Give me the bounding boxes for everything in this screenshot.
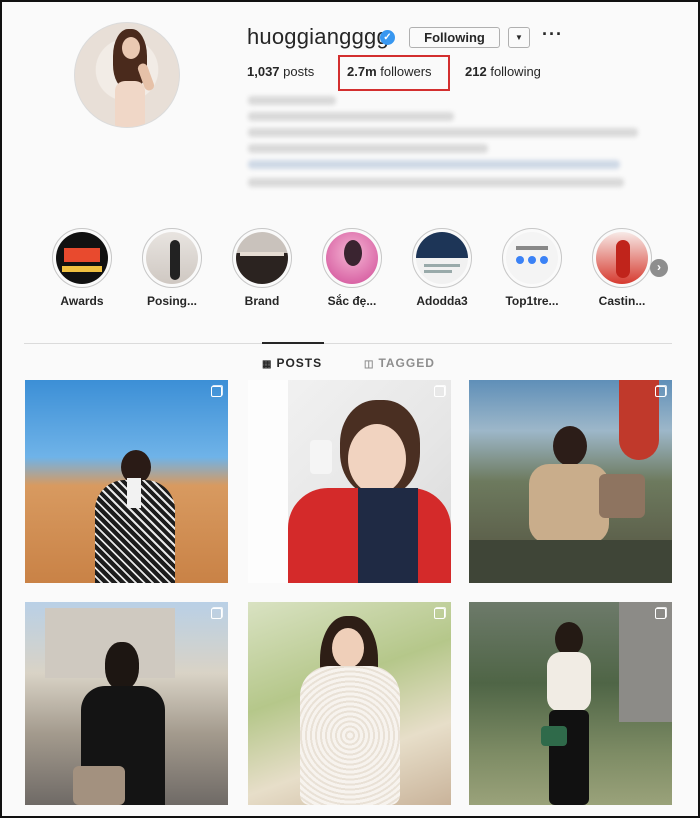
grid-icon: ▦ (262, 359, 273, 370)
story-label: Top1tre... (505, 294, 559, 308)
story-highlight[interactable]: Castin... (592, 228, 652, 308)
multiple-posts-icon (655, 608, 666, 619)
more-options-icon[interactable]: ··· (542, 24, 563, 45)
tabs-divider (24, 343, 672, 344)
multiple-posts-icon (211, 608, 222, 619)
following-button[interactable]: Following (409, 27, 500, 48)
multiple-posts-icon (211, 386, 222, 397)
tag-icon: ◫ (364, 359, 375, 370)
avatar-dress (115, 81, 145, 127)
avatar-face (122, 37, 140, 59)
followers-highlight-box (338, 55, 450, 91)
story-thumbnail (236, 232, 288, 284)
story-ring (232, 228, 292, 288)
story-highlight[interactable]: Top1tre... (502, 228, 562, 308)
story-highlight[interactable]: Awards (52, 228, 112, 308)
blurred-bio (246, 94, 646, 196)
story-label: Awards (60, 294, 104, 308)
active-tab-indicator (262, 342, 324, 344)
verified-badge-icon: ✓ (380, 30, 395, 45)
tab-tagged[interactable]: ◫ TAGGED (364, 356, 435, 370)
multiple-posts-icon (655, 386, 666, 397)
following-label: following (490, 64, 541, 79)
story-label: Sắc đẹ... (327, 294, 377, 308)
tab-posts[interactable]: ▦ POSTS (262, 356, 322, 370)
tab-posts-label: POSTS (276, 356, 323, 370)
post-thumbnail[interactable] (469, 602, 672, 805)
story-highlight[interactable]: Sắc đẹ... (322, 228, 382, 308)
story-thumbnail (56, 232, 108, 284)
story-ring (322, 228, 382, 288)
multiple-posts-icon (434, 608, 445, 619)
posts-count: 1,037 (247, 64, 280, 79)
story-highlight[interactable]: Posing... (142, 228, 202, 308)
stat-posts: 1,037 posts (247, 64, 314, 79)
story-ring (142, 228, 202, 288)
profile-username: huoggiangggg (247, 24, 389, 49)
story-label: Brand (244, 294, 280, 308)
chevron-down-icon[interactable]: ▼ (508, 27, 530, 48)
post-thumbnail[interactable] (25, 380, 228, 583)
story-thumbnail (416, 232, 468, 284)
story-label: Posing... (146, 294, 197, 308)
story-thumbnail (506, 232, 558, 284)
story-highlight[interactable]: Adodda3 (412, 228, 472, 308)
post-thumbnail[interactable] (25, 602, 228, 805)
story-ring (502, 228, 562, 288)
post-thumbnail[interactable] (248, 602, 451, 805)
story-label: Castin... (598, 294, 646, 308)
story-ring (592, 228, 652, 288)
story-thumbnail (596, 232, 648, 284)
story-ring (412, 228, 472, 288)
story-highlight[interactable]: Brand (232, 228, 292, 308)
profile-avatar[interactable] (74, 22, 180, 128)
story-thumbnail (146, 232, 198, 284)
post-thumbnail[interactable] (469, 380, 672, 583)
story-ring (52, 228, 112, 288)
multiple-posts-icon (434, 386, 445, 397)
posts-label: posts (283, 64, 315, 79)
post-thumbnail[interactable] (248, 380, 451, 583)
story-thumbnail (326, 232, 378, 284)
chevron-right-icon[interactable]: › (650, 259, 668, 277)
tab-tagged-label: TAGGED (378, 356, 435, 370)
story-label: Adodda3 (416, 294, 468, 308)
stat-following[interactable]: 212 following (465, 64, 541, 79)
following-count: 212 (465, 64, 487, 79)
